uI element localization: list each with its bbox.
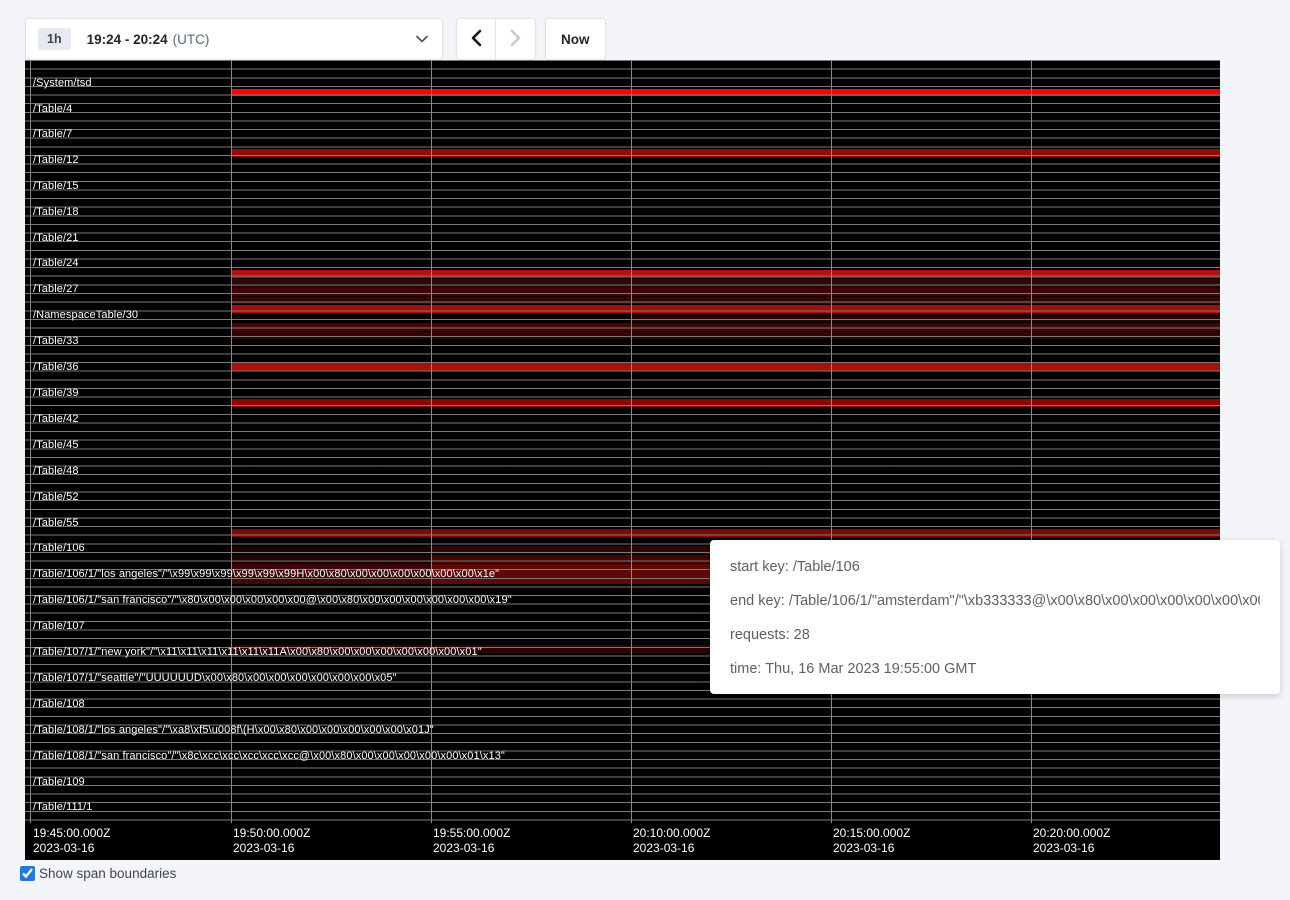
- vertical-gridline: [231, 60, 232, 823]
- x-tick-date: 2023-03-16: [433, 841, 510, 856]
- heat-bar[interactable]: [231, 399, 1220, 407]
- heat-bar[interactable]: [231, 270, 1220, 278]
- x-axis-tick: 19:50:00.000Z2023-03-16: [233, 826, 310, 856]
- next-time-button[interactable]: [496, 18, 536, 60]
- time-nav-group: [456, 18, 536, 60]
- row-label: /System/tsd: [33, 77, 92, 89]
- heat-bar[interactable]: [231, 555, 431, 564]
- checkbox-label: Show span boundaries: [39, 866, 176, 881]
- row-label: /Table/27: [33, 283, 79, 295]
- heat-bar[interactable]: [231, 149, 1220, 157]
- timezone-label: (UTC): [173, 32, 210, 47]
- heat-bar[interactable]: [231, 546, 431, 554]
- vertical-gridline: [431, 60, 432, 823]
- x-axis-tick: 19:55:00.000Z2023-03-16: [433, 826, 510, 856]
- row-label: /Table/18: [33, 206, 79, 218]
- x-tick-time: 20:20:00.000Z: [1033, 826, 1110, 841]
- span-boundaries-checkbox[interactable]: [20, 866, 35, 881]
- row-label: /Table/55: [33, 517, 79, 529]
- x-tick-date: 2023-03-16: [833, 841, 910, 856]
- row-label: /Table/106: [33, 542, 85, 554]
- prev-time-button[interactable]: [456, 18, 496, 60]
- page-background: { "toolbar": { "range_badge": "1h", "ran…: [0, 0, 1290, 900]
- time-range-select[interactable]: 1h 19:24 - 20:24 (UTC): [25, 18, 443, 60]
- chevron-left-icon: [469, 29, 483, 50]
- row-label: /Table/33: [33, 335, 79, 347]
- row-label: /Table/52: [33, 491, 79, 503]
- x-axis-tick: 20:20:00.000Z2023-03-16: [1033, 826, 1110, 856]
- x-axis-tick: 19:45:00.000Z2023-03-16: [33, 826, 110, 856]
- row-label: /Table/106/1/"los angeles"/"\x99\x99\x99…: [33, 568, 499, 580]
- row-label: /Table/24: [33, 257, 79, 269]
- row-label: /Table/48: [33, 465, 79, 477]
- x-tick-date: 2023-03-16: [1033, 841, 1110, 856]
- row-label: /Table/42: [33, 413, 79, 425]
- preset-badge: 1h: [38, 28, 71, 50]
- row-label: /Table/45: [33, 439, 79, 451]
- row-label: /Table/107/1/"seattle"/"UUUUUUD\x00\x80\…: [33, 672, 397, 684]
- x-tick-time: 19:45:00.000Z: [33, 826, 110, 841]
- heat-bar[interactable]: [231, 332, 1220, 340]
- grid-rows: [25, 60, 1220, 823]
- row-label: /Table/107: [33, 620, 85, 632]
- row-label: /Table/106/1/"san francisco"/"\x80\x00\x…: [33, 594, 512, 606]
- heat-bar[interactable]: [231, 323, 1220, 331]
- tooltip-line: start key: /Table/106: [730, 550, 1260, 584]
- heat-bar[interactable]: [231, 279, 1220, 287]
- tooltip-line: end key: /Table/106/1/"amsterdam"/"\xb33…: [730, 584, 1260, 618]
- x-tick-time: 19:55:00.000Z: [433, 826, 510, 841]
- heatmap-canvas[interactable]: /System/tsd/Table/4/Table/7/Table/12/Tab…: [25, 60, 1220, 860]
- footer: Show span boundaries: [20, 866, 176, 881]
- toolbar: 1h 19:24 - 20:24 (UTC) Now: [0, 0, 1290, 60]
- vertical-gridline: [30, 60, 31, 823]
- chevron-right-icon: [509, 29, 523, 50]
- vertical-gridline: [831, 60, 832, 823]
- tooltip-line: time: Thu, 16 Mar 2023 19:55:00 GMT: [730, 652, 1260, 686]
- x-tick-date: 2023-03-16: [233, 841, 310, 856]
- chevron-down-icon: [416, 35, 428, 43]
- heat-bar[interactable]: [631, 314, 1220, 322]
- row-label: /Table/36: [33, 361, 79, 373]
- heat-bar[interactable]: [231, 89, 1220, 97]
- row-label: /Table/108/1/"san francisco"/"\x8c\xcc\x…: [33, 750, 505, 762]
- row-label: /Table/108/1/"los angeles"/"\xa8\xf5\u00…: [33, 724, 434, 736]
- row-label: /Table/15: [33, 180, 79, 192]
- row-label: /Table/12: [33, 154, 79, 166]
- x-tick-time: 20:10:00.000Z: [633, 826, 710, 841]
- vertical-gridline: [1031, 60, 1032, 823]
- row-label: /Table/111/1: [33, 801, 93, 813]
- time-range-label: 19:24 - 20:24: [87, 32, 168, 47]
- x-axis-tick: 20:10:00.000Z2023-03-16: [633, 826, 710, 856]
- x-tick-time: 20:15:00.000Z: [833, 826, 910, 841]
- heat-bar[interactable]: [231, 288, 1220, 296]
- x-tick-date: 2023-03-16: [633, 841, 710, 856]
- row-label: /Table/39: [33, 387, 79, 399]
- row-label: /NamespaceTable/30: [33, 309, 138, 321]
- heat-bar[interactable]: [431, 546, 710, 554]
- row-label: /Table/109: [33, 776, 85, 788]
- heat-bar[interactable]: [431, 555, 710, 564]
- heat-bar[interactable]: [231, 529, 1220, 538]
- heat-bar[interactable]: [231, 305, 1220, 314]
- now-button[interactable]: Now: [545, 18, 606, 60]
- row-label: /Table/107/1/"new york"/"\x11\x11\x11\x1…: [33, 646, 482, 658]
- heat-bar[interactable]: [231, 297, 1220, 305]
- x-tick-date: 2023-03-16: [33, 841, 110, 856]
- x-tick-time: 19:50:00.000Z: [233, 826, 310, 841]
- row-label: /Table/7: [33, 128, 72, 140]
- tooltip: start key: /Table/106end key: /Table/106…: [710, 540, 1280, 694]
- vertical-gridline: [631, 60, 632, 823]
- tooltip-line: requests: 28: [730, 618, 1260, 652]
- row-label: /Table/108: [33, 698, 85, 710]
- row-label: /Table/4: [33, 103, 72, 115]
- x-axis-tick: 20:15:00.000Z2023-03-16: [833, 826, 910, 856]
- heat-bar[interactable]: [231, 363, 1220, 372]
- row-label: /Table/21: [33, 232, 79, 244]
